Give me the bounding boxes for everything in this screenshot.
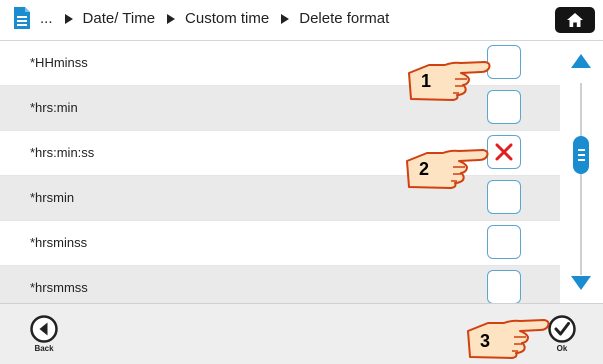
- format-label: *hrs:min:ss: [30, 145, 95, 160]
- format-label: *HHminss: [30, 55, 88, 70]
- ok-button[interactable]: Ok: [548, 315, 576, 353]
- breadcrumb-item-custom-time[interactable]: Custom time: [185, 10, 269, 27]
- delete-checkbox-checked[interactable]: [487, 135, 521, 169]
- list-item[interactable]: *hrsminss: [0, 221, 560, 266]
- pointing-hand-icon: [408, 61, 491, 101]
- scroll-track[interactable]: [580, 83, 582, 275]
- back-label: Back: [34, 344, 54, 353]
- checkmark-icon: [548, 315, 576, 343]
- format-label: *hrsmmss: [30, 280, 88, 295]
- breadcrumb-separator-icon: [281, 13, 290, 24]
- callout-number: 3: [480, 331, 491, 351]
- pointing-hand-icon: [467, 319, 550, 359]
- callout-number: 2: [419, 159, 430, 179]
- document-icon: [14, 7, 30, 29]
- ok-label: Ok: [556, 344, 568, 353]
- format-label: *hrsmin: [30, 190, 75, 205]
- home-button[interactable]: [555, 7, 595, 33]
- breadcrumb-item-date-time[interactable]: Date/ Time: [83, 10, 156, 27]
- delete-checkbox[interactable]: [487, 180, 521, 214]
- cross-mark-icon: [495, 143, 513, 161]
- delete-checkbox[interactable]: [487, 225, 521, 259]
- header-bar: ... Date/ Time Custom time Delete format: [0, 0, 603, 41]
- callout-hand-1: 1: [403, 55, 493, 101]
- back-arrow-icon: [30, 315, 58, 343]
- breadcrumb-separator-icon: [167, 13, 176, 24]
- scrollbar[interactable]: [560, 41, 603, 303]
- breadcrumb-item-delete-format: Delete format: [299, 10, 390, 27]
- back-button[interactable]: Back: [30, 315, 58, 353]
- pointing-hand-icon: [406, 149, 489, 189]
- home-icon: [567, 13, 583, 27]
- breadcrumb-separator-icon: [64, 13, 73, 24]
- delete-checkbox[interactable]: [487, 270, 521, 304]
- callout-hand-2: 2: [401, 143, 491, 189]
- breadcrumb-ellipsis[interactable]: ...: [40, 10, 53, 27]
- arrow-down-icon[interactable]: [570, 275, 592, 291]
- breadcrumb: ... Date/ Time Custom time Delete format: [40, 10, 389, 27]
- callout-number: 1: [421, 71, 432, 91]
- scroll-thumb[interactable]: [573, 136, 589, 174]
- arrow-up-icon[interactable]: [570, 53, 592, 69]
- format-label: *hrsminss: [30, 235, 88, 250]
- format-label: *hrs:min: [30, 100, 78, 115]
- screen: ... Date/ Time Custom time Delete format…: [0, 0, 603, 364]
- callout-hand-3: 3: [462, 313, 552, 359]
